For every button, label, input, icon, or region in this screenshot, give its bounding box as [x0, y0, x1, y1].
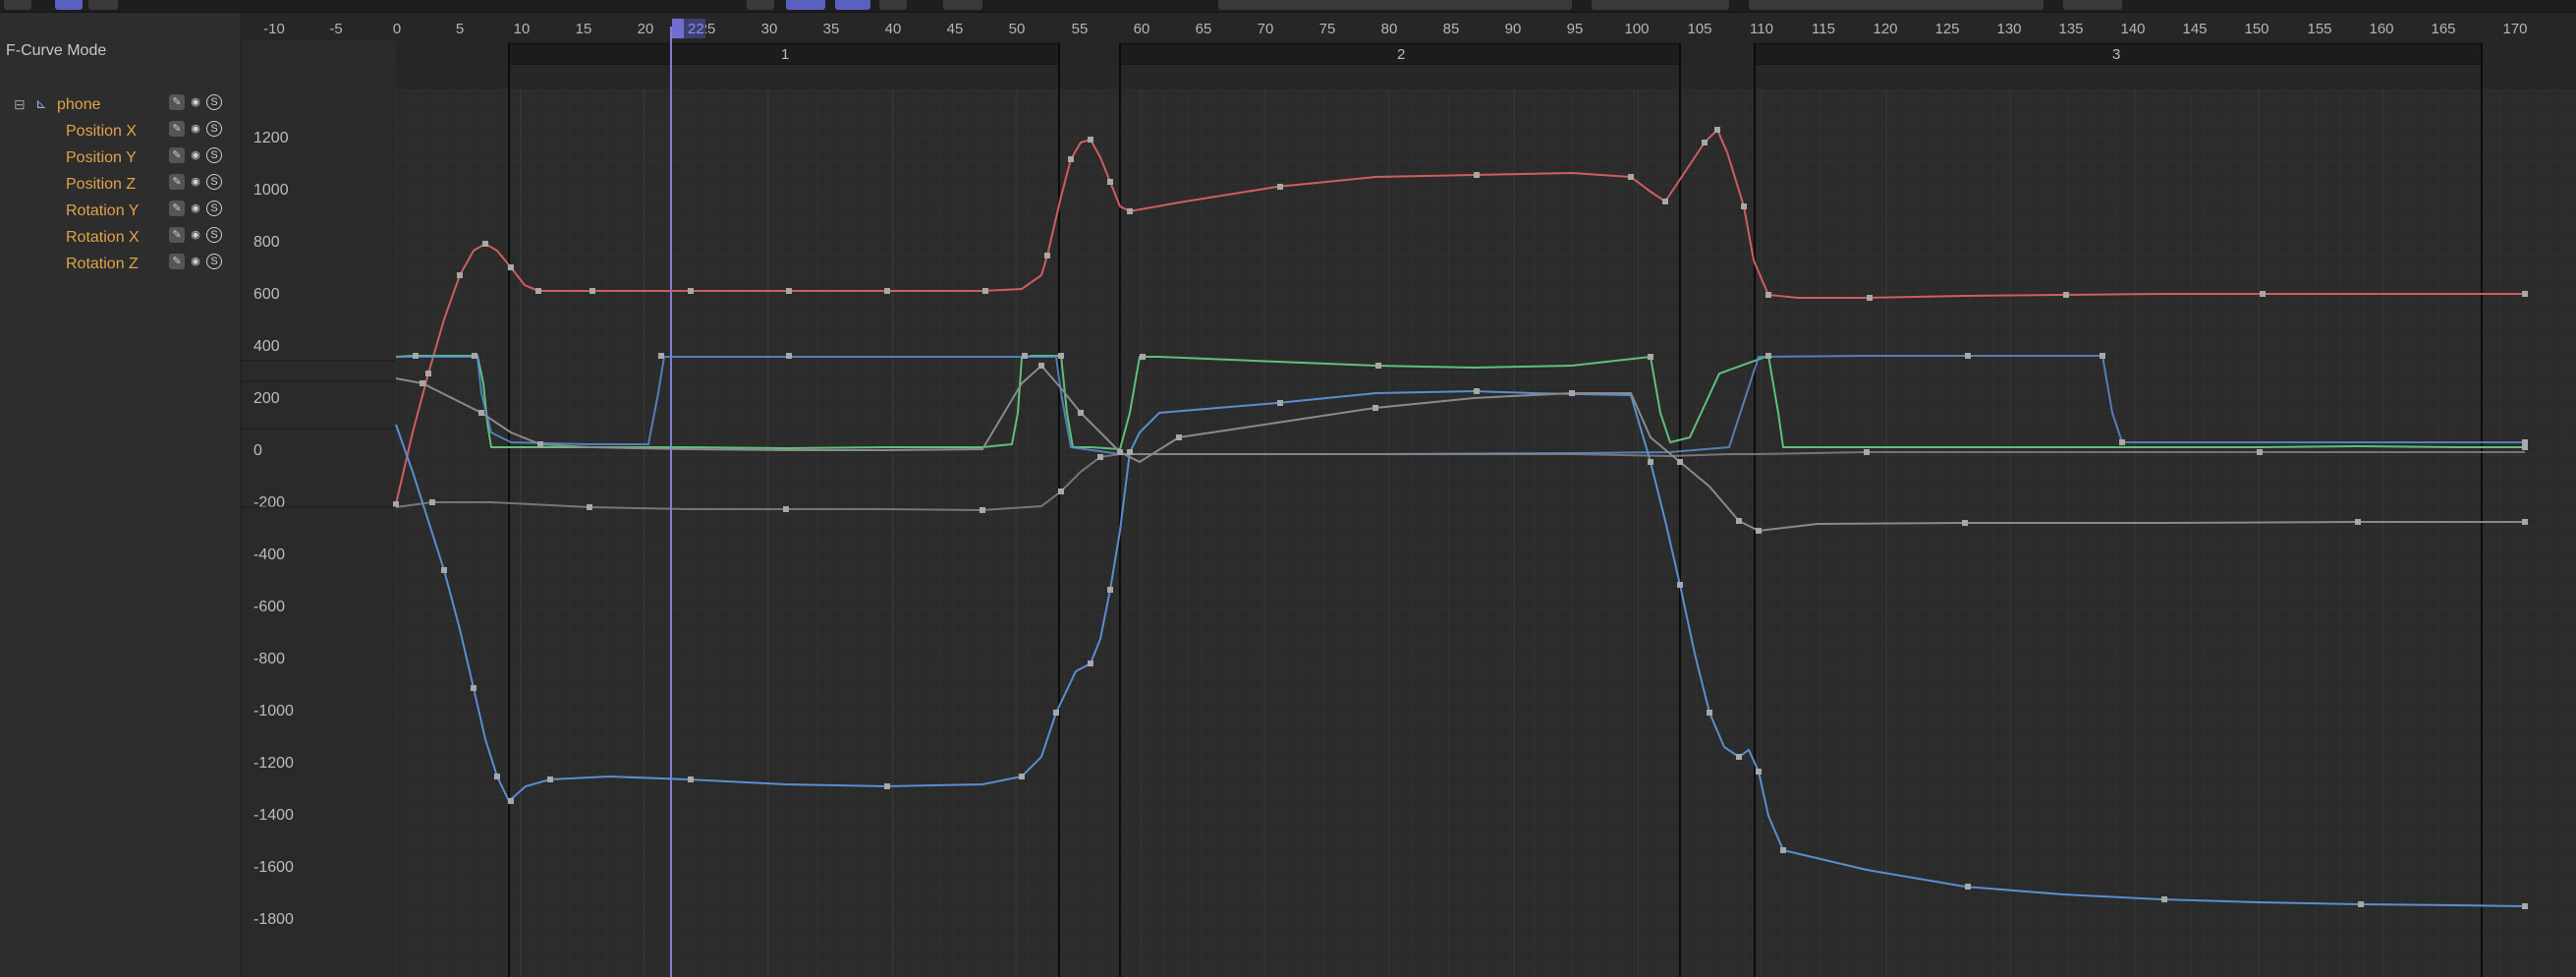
take-label: 3 — [2112, 46, 2120, 63]
take-label: 1 — [781, 46, 789, 63]
take-blocks — [396, 42, 2576, 88]
fcurve-graph[interactable]: 1 2 3 — [0, 0, 2576, 977]
take-label: 2 — [1397, 46, 1405, 63]
